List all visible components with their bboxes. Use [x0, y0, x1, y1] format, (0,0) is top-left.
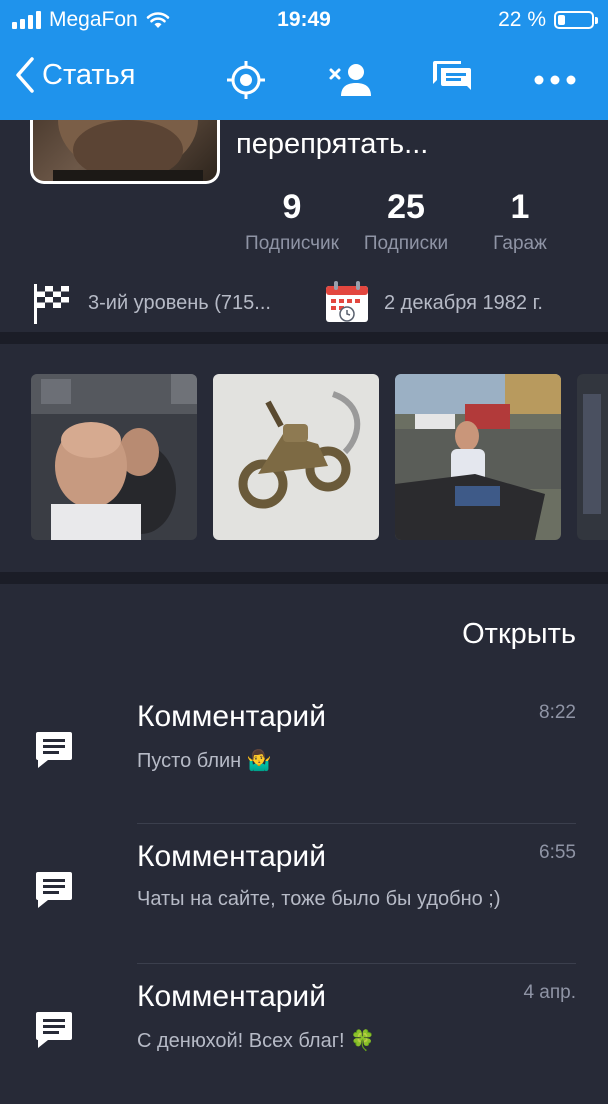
chat-icon [433, 61, 471, 90]
level-label: 3-ий уровень (715... [88, 292, 271, 314]
following-label: Подписки [363, 233, 449, 254]
comment-icon [36, 732, 72, 768]
app-header: MegaFon 19:49 22 % Статья [0, 0, 608, 120]
open-link[interactable]: Открыть [462, 618, 576, 651]
motorcycle-keychain-photo[interactable] [213, 374, 379, 540]
profile-section: перепрятать... 9 Подписчик 25 Подписки 1… [0, 110, 608, 332]
comment-item[interactable]: Комментарий 4 апр. С денюхой! Всех благ!… [0, 964, 608, 1104]
more-icon [534, 75, 576, 85]
photo-strip[interactable] [0, 344, 608, 572]
comment-icon [36, 872, 72, 908]
messages-button[interactable] [430, 58, 474, 102]
comment-time: 8:22 [539, 702, 576, 723]
comment-item[interactable]: Комментарий 6:55 Чаты на сайте, тоже был… [0, 824, 608, 964]
notification-feed: Открыть Комментарий 8:22 Пусто блин 🤷‍♂️… [0, 584, 608, 1080]
profile-meta: 3-ий уровень (715... 2 декабря 1982 г. [0, 280, 608, 324]
status-bar: MegaFon 19:49 22 % [0, 0, 608, 40]
battery-icon [554, 11, 598, 29]
birthdate-label: 2 декабря 1982 г. [384, 292, 543, 314]
remove-user-button[interactable] [328, 58, 372, 102]
comment-text: Пусто блин 🤷‍♂️ [137, 750, 272, 772]
comment-text: Чаты на сайте, тоже было бы удобно ;) [137, 888, 501, 910]
man-on-motorcycle-photo[interactable] [395, 374, 561, 540]
garage-count: 1 [510, 188, 530, 226]
comment-item[interactable]: Комментарий 8:22 Пусто блин 🤷‍♂️ [0, 684, 608, 824]
comment-time: 6:55 [539, 842, 576, 863]
followers-stat[interactable]: 9 Подписчик [236, 188, 348, 255]
checkered-flag-icon [34, 284, 69, 324]
navigation-bar: Статья [0, 40, 608, 120]
garage-stat[interactable]: 1 Гараж [482, 188, 558, 255]
target-icon [227, 61, 265, 99]
selfie-night-photo[interactable] [31, 374, 197, 540]
dark-photo-partial[interactable] [577, 374, 608, 540]
battery-percent: 22 % [498, 8, 546, 31]
comment-text: С денюхой! Всех благ! 🍀 [137, 1030, 376, 1052]
calendar-icon [326, 281, 368, 322]
back-label: Статья [42, 58, 136, 91]
battery-level [558, 15, 566, 25]
garage-label: Гараж [493, 233, 547, 254]
target-button[interactable] [224, 58, 268, 102]
followers-count: 9 [282, 188, 302, 226]
comment-time: 4 апр. [523, 982, 576, 1003]
followers-label: Подписчик [245, 233, 339, 254]
avatar-image [53, 110, 203, 181]
section-divider [0, 332, 608, 344]
comment-title: Комментарий [137, 700, 326, 733]
comment-title: Комментарий [137, 980, 326, 1013]
following-count: 25 [387, 188, 425, 226]
section-divider [0, 572, 608, 584]
avatar[interactable] [30, 110, 220, 184]
more-button[interactable] [533, 58, 577, 102]
chevron-left-icon [16, 57, 34, 93]
profile-name: перепрятать... [236, 128, 429, 160]
comment-icon [36, 1012, 72, 1048]
remove-user-icon [329, 64, 371, 96]
comment-title: Комментарий [137, 840, 326, 873]
status-right: 22 % [498, 8, 598, 32]
back-button[interactable]: Статья [14, 56, 136, 94]
following-stat[interactable]: 25 Подписки [352, 188, 460, 255]
